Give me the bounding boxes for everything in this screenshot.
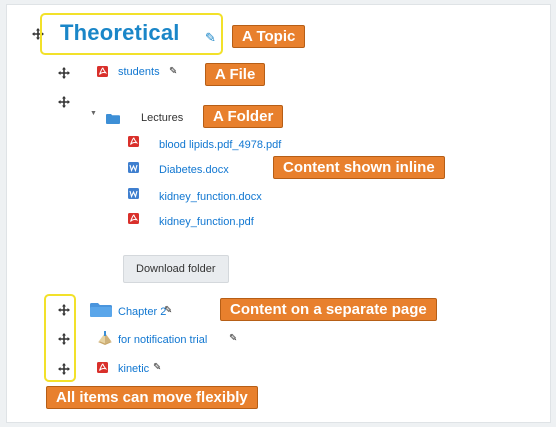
students-link[interactable]: students (118, 66, 160, 78)
pdf-file-icon (127, 135, 140, 148)
move-icons-highlight-box (44, 294, 76, 382)
pencil-icon[interactable]: ✎ (169, 66, 177, 77)
pdf-file-icon (96, 361, 109, 374)
pdf-file-icon (96, 65, 109, 78)
folder-file-link[interactable]: Diabetes.docx (159, 164, 229, 176)
folder-file-link[interactable]: kidney_function.docx (159, 191, 262, 203)
pencil-icon[interactable]: ✎ (164, 305, 172, 316)
chapter2-link[interactable]: Chapter 2 (118, 306, 166, 318)
move-icon[interactable] (58, 67, 70, 79)
course-content-panel (6, 4, 551, 423)
download-folder-button[interactable]: Download folder (123, 255, 229, 283)
folder-file-link[interactable]: kidney_function.pdf (159, 216, 254, 228)
word-document-icon (127, 161, 140, 174)
topic-highlight-box (40, 13, 223, 55)
callout-topic: A Topic (232, 25, 306, 48)
callout-inline: Content shown inline (273, 156, 445, 179)
folder-icon (90, 302, 112, 322)
word-document-icon (127, 187, 140, 200)
folder-icon (106, 111, 120, 129)
notification-link[interactable]: for notification trial (118, 334, 207, 346)
pdf-file-icon (127, 212, 140, 225)
move-icon[interactable] (58, 96, 70, 108)
expand-chevron-icon[interactable]: ▼ (90, 110, 97, 117)
pencil-icon[interactable]: ✎ (153, 362, 161, 373)
assignment-icon (96, 330, 114, 351)
callout-folder: A Folder (203, 105, 284, 128)
callout-file: A File (205, 63, 266, 86)
pencil-icon[interactable]: ✎ (229, 333, 237, 344)
kinetic-link[interactable]: kinetic (118, 363, 149, 375)
folder-file-link[interactable]: blood lipids.pdf_4978.pdf (159, 139, 281, 151)
callout-move: All items can move flexibly (46, 386, 258, 409)
folder-name[interactable]: Lectures (141, 112, 183, 124)
callout-separate: Content on a separate page (220, 298, 437, 321)
